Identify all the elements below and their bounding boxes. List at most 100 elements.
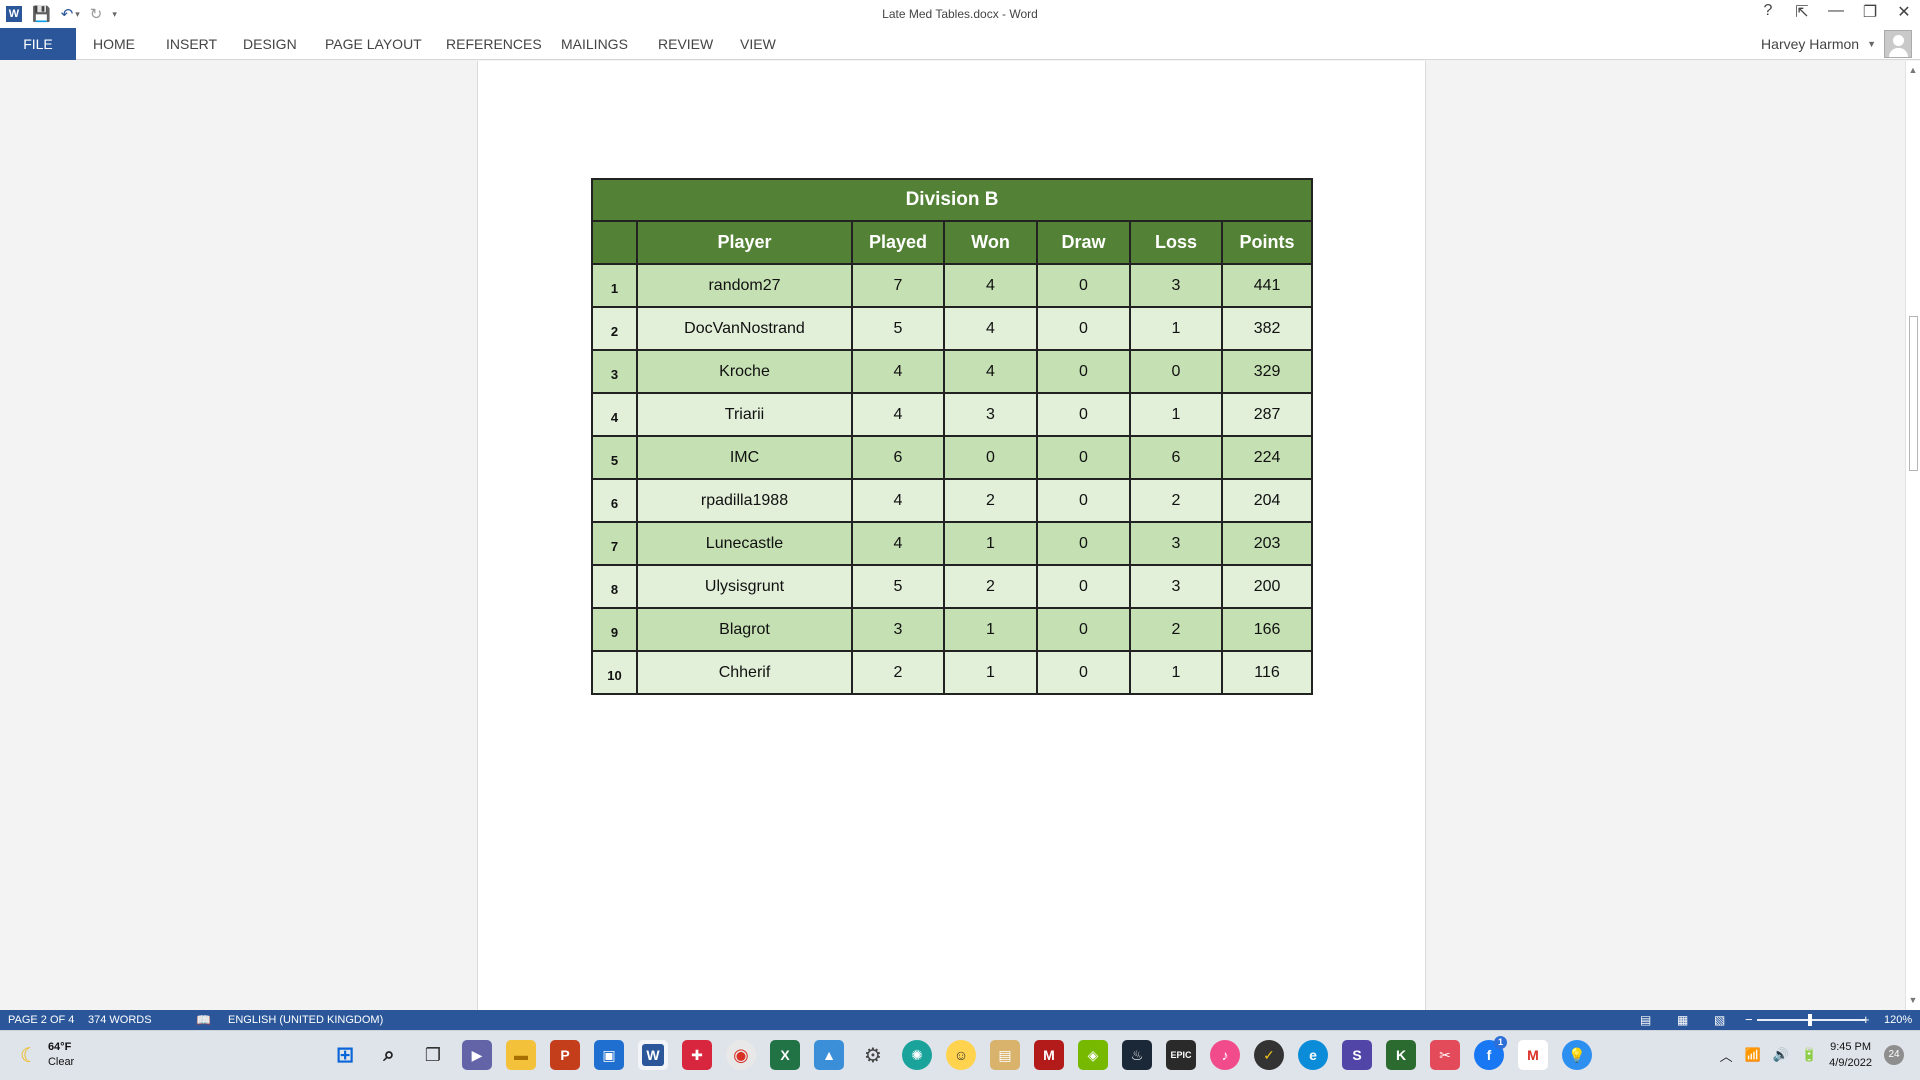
- cell-rank[interactable]: 9: [591, 607, 638, 652]
- save-icon[interactable]: 💾: [32, 5, 51, 23]
- battery-icon[interactable]: 🔋: [1801, 1047, 1817, 1063]
- cell-won[interactable]: 4: [943, 263, 1038, 308]
- cell-played[interactable]: 5: [851, 306, 945, 351]
- undo-dropdown-icon[interactable]: ▾: [75, 9, 80, 20]
- zoom-in-icon[interactable]: +: [1862, 1012, 1870, 1027]
- cell-won[interactable]: 3: [943, 392, 1038, 437]
- cell-played[interactable]: 4: [851, 521, 945, 566]
- avatar[interactable]: [1884, 30, 1912, 58]
- cell-points[interactable]: 116: [1220, 650, 1314, 695]
- tab-file[interactable]: FILE: [0, 28, 76, 60]
- brain-app-icon[interactable]: ✺: [902, 1040, 932, 1070]
- customize-toolbar-icon[interactable]: ▾: [112, 9, 117, 20]
- cell-draw[interactable]: 0: [1036, 478, 1131, 523]
- s-app-icon[interactable]: S: [1342, 1040, 1372, 1070]
- cell-loss[interactable]: 1: [1129, 306, 1223, 351]
- restore-icon[interactable]: ❐: [1862, 2, 1878, 22]
- m-app-icon[interactable]: M: [1034, 1040, 1064, 1070]
- gmail-icon[interactable]: M: [1518, 1040, 1548, 1070]
- scroll-up-icon[interactable]: ▲: [1906, 63, 1920, 77]
- cell-draw[interactable]: 0: [1036, 263, 1131, 308]
- cell-draw[interactable]: 0: [1036, 521, 1131, 566]
- edge-icon[interactable]: e: [1298, 1040, 1328, 1070]
- cell-player[interactable]: Chherif: [636, 650, 853, 695]
- chrome-icon[interactable]: ◉: [726, 1040, 756, 1070]
- powerpoint-icon[interactable]: P: [550, 1040, 580, 1070]
- tab-view[interactable]: VIEW: [740, 28, 776, 60]
- tab-home[interactable]: HOME: [93, 28, 135, 60]
- cell-loss[interactable]: 0: [1129, 349, 1223, 394]
- cell-points[interactable]: 204: [1220, 478, 1314, 523]
- cell-won[interactable]: 4: [943, 349, 1038, 394]
- tab-references[interactable]: REFERENCES: [446, 28, 542, 60]
- tab-insert[interactable]: INSERT: [166, 28, 217, 60]
- tab-review[interactable]: REVIEW: [658, 28, 713, 60]
- cell-loss[interactable]: 3: [1129, 521, 1223, 566]
- cell-rank[interactable]: 6: [591, 478, 638, 523]
- notes-icon[interactable]: ▤: [990, 1040, 1020, 1070]
- cell-played[interactable]: 4: [851, 478, 945, 523]
- read-mode-icon[interactable]: ▤: [1640, 1013, 1651, 1027]
- word-logo-icon[interactable]: W: [6, 6, 22, 22]
- cell-played[interactable]: 7: [851, 263, 945, 308]
- cell-points[interactable]: 382: [1220, 306, 1314, 351]
- scroll-thumb[interactable]: [1909, 316, 1918, 471]
- snipping-icon[interactable]: ✂: [1430, 1040, 1460, 1070]
- zoom-slider-handle[interactable]: [1808, 1014, 1812, 1026]
- cell-played[interactable]: 2: [851, 650, 945, 695]
- cell-player[interactable]: IMC: [636, 435, 853, 480]
- store-icon[interactable]: ▣: [594, 1040, 624, 1070]
- zoom-level[interactable]: 120%: [1884, 1014, 1912, 1026]
- notification-badge[interactable]: 24: [1884, 1045, 1904, 1065]
- language-indicator[interactable]: ENGLISH (UNITED KINGDOM): [228, 1014, 383, 1026]
- cell-played[interactable]: 4: [851, 392, 945, 437]
- cell-player[interactable]: rpadilla1988: [636, 478, 853, 523]
- cell-points[interactable]: 329: [1220, 349, 1314, 394]
- teams-chat-icon[interactable]: ▶: [462, 1040, 492, 1070]
- cell-won[interactable]: 2: [943, 564, 1038, 609]
- cell-player[interactable]: Lunecastle: [636, 521, 853, 566]
- cell-played[interactable]: 3: [851, 607, 945, 652]
- cell-loss[interactable]: 6: [1129, 435, 1223, 480]
- page-count[interactable]: PAGE 2 OF 4: [8, 1014, 74, 1026]
- cell-won[interactable]: 4: [943, 306, 1038, 351]
- cell-points[interactable]: 200: [1220, 564, 1314, 609]
- start-icon[interactable]: ⊞: [330, 1040, 360, 1070]
- cell-rank[interactable]: 8: [591, 564, 638, 609]
- word-count[interactable]: 374 WORDS: [88, 1014, 152, 1026]
- tab-page-layout[interactable]: PAGE LAYOUT: [325, 28, 422, 60]
- user-account[interactable]: Harvey Harmon ▼: [1761, 28, 1912, 60]
- lightbulb-icon[interactable]: 💡: [1562, 1040, 1592, 1070]
- steam-icon[interactable]: ♨: [1122, 1040, 1152, 1070]
- cell-won[interactable]: 1: [943, 521, 1038, 566]
- check-app-icon[interactable]: ✓: [1254, 1040, 1284, 1070]
- tab-mailings[interactable]: MAILINGS: [561, 28, 628, 60]
- cell-loss[interactable]: 2: [1129, 607, 1223, 652]
- word-app-icon[interactable]: W: [638, 1040, 668, 1070]
- chevron-down-icon[interactable]: ▼: [1867, 39, 1876, 49]
- cell-won[interactable]: 1: [943, 650, 1038, 695]
- cell-player[interactable]: Ulysisgrunt: [636, 564, 853, 609]
- cell-draw[interactable]: 0: [1036, 306, 1131, 351]
- music-icon[interactable]: ♪: [1210, 1040, 1240, 1070]
- game-face-icon[interactable]: ☺: [946, 1040, 976, 1070]
- cell-draw[interactable]: 0: [1036, 392, 1131, 437]
- cell-won[interactable]: 0: [943, 435, 1038, 480]
- cell-won[interactable]: 2: [943, 478, 1038, 523]
- epic-games-icon[interactable]: EPIC: [1166, 1040, 1196, 1070]
- redo-icon[interactable]: ↻: [90, 5, 103, 23]
- cell-draw[interactable]: 0: [1036, 435, 1131, 480]
- nvidia-icon[interactable]: ◈: [1078, 1040, 1108, 1070]
- cell-played[interactable]: 5: [851, 564, 945, 609]
- cell-points[interactable]: 441: [1220, 263, 1314, 308]
- cell-player[interactable]: DocVanNostrand: [636, 306, 853, 351]
- cell-draw[interactable]: 0: [1036, 564, 1131, 609]
- photos-icon[interactable]: ▲: [814, 1040, 844, 1070]
- clock[interactable]: 9:45 PM 4/9/2022: [1829, 1039, 1872, 1071]
- k-app-icon[interactable]: K: [1386, 1040, 1416, 1070]
- cell-loss[interactable]: 3: [1129, 564, 1223, 609]
- scroll-down-icon[interactable]: ▼: [1906, 993, 1920, 1007]
- cell-points[interactable]: 166: [1220, 607, 1314, 652]
- cell-loss[interactable]: 1: [1129, 650, 1223, 695]
- cell-rank[interactable]: 2: [591, 306, 638, 351]
